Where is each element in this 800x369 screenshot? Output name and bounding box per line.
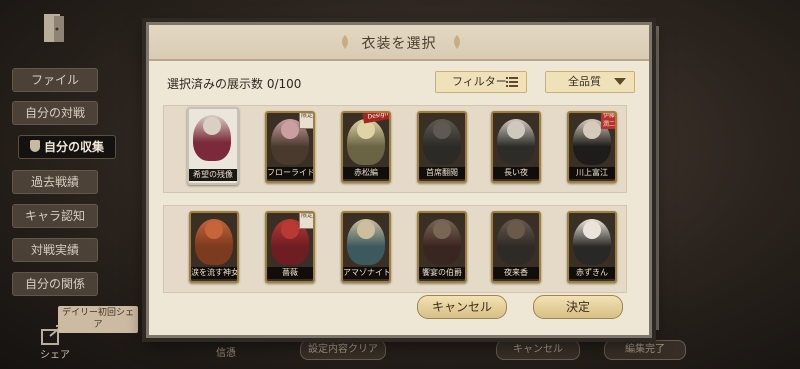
costume-name: 夜来香: [493, 267, 539, 279]
costume-name: 饗宴の伯爵: [419, 267, 465, 279]
design-badge: Design: [362, 113, 389, 124]
share-label: シェア: [40, 350, 70, 361]
character-head: [357, 121, 375, 139]
clear-settings-button[interactable]: 設定内容クリア: [300, 340, 386, 360]
costume-name: 川上富江: [569, 167, 615, 179]
selected-count: 選択済みの展示数 0/100: [167, 77, 302, 91]
modal-header: 衣装を選択: [149, 25, 649, 61]
sidebar-item-my-collection[interactable]: 自分の収集: [18, 135, 116, 159]
leaf-left-icon: [342, 35, 348, 49]
character-head: [507, 221, 525, 239]
edit-complete-button[interactable]: 編集完了: [604, 340, 686, 360]
cancel-button[interactable]: キャンセル: [417, 295, 507, 319]
costume-card[interactable]: Design 赤松編: [341, 111, 391, 183]
list-icon: [506, 77, 518, 87]
costume-card[interactable]: 饗宴の伯爵: [417, 211, 467, 283]
costume-card[interactable]: アマゾナイト: [341, 211, 391, 283]
costume-card[interactable]: 赤ずきん: [567, 211, 617, 283]
quality-label: 全品質: [568, 75, 601, 88]
quality-dropdown[interactable]: 全品質: [545, 71, 635, 93]
character-head: [583, 221, 601, 239]
sidebar-item-character-recognition[interactable]: キャラ認知: [12, 204, 98, 228]
costume-name: フローライド: [267, 167, 313, 179]
costume-name: 涙を流す神女: [191, 267, 237, 279]
filter-label: フィルター: [452, 75, 507, 88]
costume-card[interactable]: 夜来香: [491, 211, 541, 283]
collab-badge: 伊藤潤二: [601, 112, 615, 129]
sidebar-item-my-matches[interactable]: 自分の対戦: [12, 101, 98, 125]
character-head: [357, 221, 375, 239]
limited-badge: 限定: [299, 113, 313, 129]
costume-name: 赤ずきん: [569, 267, 615, 279]
sidebar-item-my-relations[interactable]: 自分の関係: [12, 272, 98, 296]
costume-card[interactable]: 希望の残像: [187, 107, 239, 185]
costume-card[interactable]: 長い夜: [491, 111, 541, 183]
shield-icon: [29, 140, 40, 152]
character-head: [281, 221, 299, 239]
character-head: [507, 121, 525, 139]
limited-badge: 限定: [299, 213, 313, 229]
costume-card[interactable]: 限定薔薇: [265, 211, 315, 283]
confirm-button[interactable]: 決定: [533, 295, 623, 319]
chevron-down-icon: [614, 78, 626, 85]
costume-name: アマゾナイト: [343, 267, 389, 279]
costume-name: 首席翻閲: [419, 167, 465, 179]
leaf-right-icon: [454, 35, 460, 49]
character-head: [281, 121, 299, 139]
costume-name: 赤松編: [343, 167, 389, 179]
character-head: [583, 121, 601, 139]
costume-card[interactable]: 限定フローライド: [265, 111, 315, 183]
costume-card[interactable]: 首席翻閲: [417, 111, 467, 183]
sidebar-item-past-records[interactable]: 過去戦績: [12, 170, 98, 194]
costume-card[interactable]: 涙を流す神女: [189, 211, 239, 283]
sidebar-item-achievements[interactable]: 対戦実績: [12, 238, 98, 262]
sidebar-item-file[interactable]: ファイル: [12, 68, 98, 92]
background-cancel-button[interactable]: キャンセル: [496, 340, 580, 360]
costume-name: 薔薇: [267, 267, 313, 279]
character-head: [433, 221, 451, 239]
character-head: [203, 117, 221, 135]
modal-title: 衣装を選択: [361, 36, 437, 52]
costume-name: 希望の残像: [189, 169, 237, 181]
costume-card[interactable]: 伊藤潤二川上富江: [567, 111, 617, 183]
daily-share-tag: デイリー初回シェア: [58, 306, 138, 333]
filter-button[interactable]: フィルター: [435, 71, 527, 93]
character-head: [205, 221, 223, 239]
exit-door-icon[interactable]: [40, 12, 66, 44]
costume-select-modal: 衣装を選択 選択済みの展示数 0/100 フィルター 全品質 希望の残像 限定 フロ…: [146, 22, 652, 338]
costume-name: 長い夜: [493, 167, 539, 179]
character-head: [433, 121, 451, 139]
bottom-bar-text: 信憑: [216, 348, 236, 359]
